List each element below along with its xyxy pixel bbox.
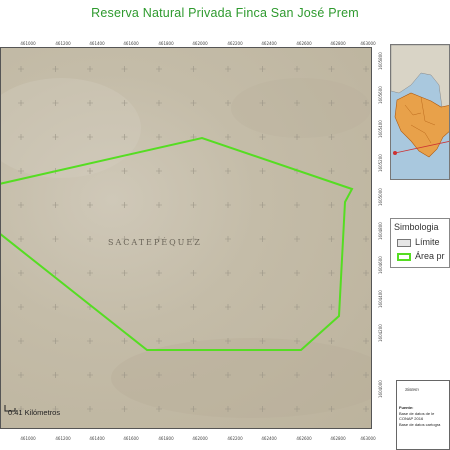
top-tick-label: 462200 <box>227 41 243 46</box>
legend-panel: Simbologia Límite Área pr <box>390 218 450 268</box>
top-tick-label: 461400 <box>89 41 105 46</box>
scale-label: 0.41 Kilómetros <box>8 408 61 417</box>
legend-label: Límite <box>415 237 440 247</box>
legend-swatch <box>397 238 411 247</box>
right-tick-label: 1604400 <box>378 290 383 308</box>
legend-swatch <box>397 252 411 261</box>
bottom-tick-label: 462600 <box>296 436 312 441</box>
legend-title: Simbologia <box>394 222 439 232</box>
info-box: Sistem Fuente: Base de datos de le CONAP… <box>396 380 450 450</box>
top-tick-label: 461600 <box>123 41 139 46</box>
right-tick-label: 1604600 <box>378 256 383 274</box>
right-tick-label: 1604000 <box>378 380 383 398</box>
bottom-tick-label: 461800 <box>158 436 174 441</box>
right-tick-label: 1605000 <box>378 188 383 206</box>
right-tick-label: 1605800 <box>378 52 383 70</box>
bottom-tick-label: 461600 <box>123 436 139 441</box>
top-tick-label: 461000 <box>20 41 36 46</box>
map-title: Reserva Natural Privada Finca San José P… <box>91 6 359 20</box>
bottom-tick-label: 461000 <box>20 436 36 441</box>
right-tick-label: 1605400 <box>378 120 383 138</box>
bottom-tick-label: 462400 <box>261 436 277 441</box>
right-tick-label: 1605600 <box>378 86 383 104</box>
region-label: SACATEPÉQUEZ <box>108 238 202 247</box>
inset-canvas <box>391 45 449 179</box>
bottom-tick-label: 463000 <box>360 436 376 441</box>
bottom-tick-label: 461400 <box>89 436 105 441</box>
top-tick-label: 461800 <box>158 41 174 46</box>
top-tick-label: 462600 <box>296 41 312 46</box>
bottom-tick-label: 462800 <box>330 436 346 441</box>
legend-label: Área pr <box>415 251 445 261</box>
top-tick-label: 462400 <box>261 41 277 46</box>
bottom-tick-label: 461200 <box>55 436 71 441</box>
bottom-tick-label: 462000 <box>192 436 208 441</box>
legend-item-limite: Límite <box>397 237 440 247</box>
top-tick-label: 463000 <box>360 41 376 46</box>
top-tick-label: 462000 <box>192 41 208 46</box>
source-line: Base de datos cartogra <box>399 421 441 427</box>
right-tick-label: 1605200 <box>378 154 383 172</box>
source-text: Fuente: Base de datos de le CONAP 2016 B… <box>399 405 440 427</box>
right-tick-label: 1604800 <box>378 222 383 240</box>
right-tick-label: 1604200 <box>378 324 383 342</box>
bottom-tick-label: 462200 <box>227 436 243 441</box>
locator-inset-map[interactable] <box>390 44 450 180</box>
legend-item-area: Área pr <box>397 251 445 261</box>
top-tick-label: 462800 <box>330 41 346 46</box>
info-heading: Sistem <box>405 387 419 392</box>
top-tick-label: 461200 <box>55 41 71 46</box>
